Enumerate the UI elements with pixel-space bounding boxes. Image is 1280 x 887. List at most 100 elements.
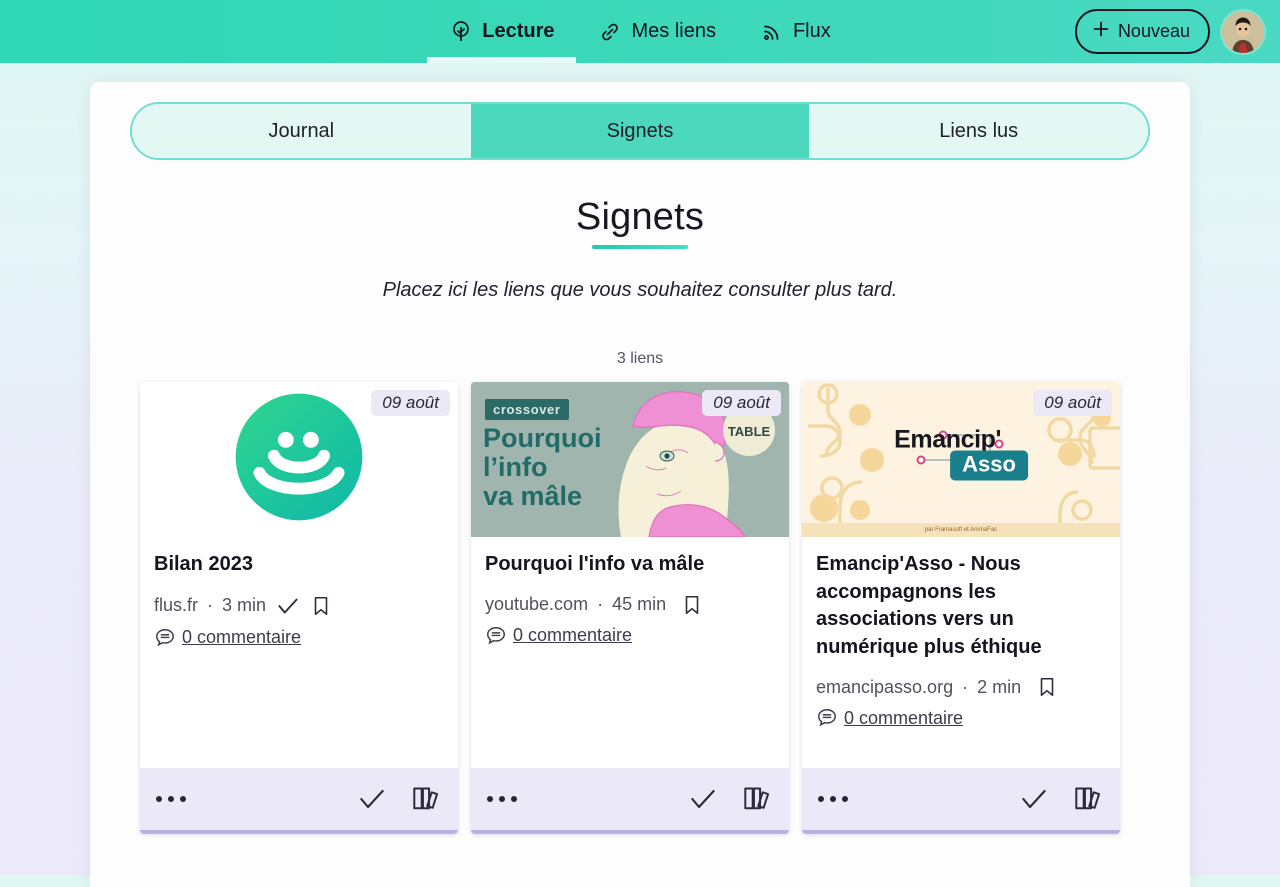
meta-separator: · bbox=[962, 676, 969, 697]
flus-smiley-logo-icon bbox=[233, 391, 365, 528]
comment-link-label[interactable]: 0 commentaire bbox=[182, 627, 301, 648]
card-source: flus.fr bbox=[154, 595, 199, 616]
page-title-wrap: Signets bbox=[90, 196, 1190, 249]
dot bbox=[830, 796, 836, 802]
card-grid: 09 août Bilan 2023 flus.fr · 3 min 0 com… bbox=[140, 382, 1140, 834]
comment-link-label[interactable]: 0 commentaire bbox=[844, 708, 963, 729]
thumbnail-headline-line1: Pourquoi bbox=[483, 423, 602, 453]
card-title[interactable]: Pourquoi l'info va mâle bbox=[485, 551, 775, 579]
tab-label: Journal bbox=[268, 119, 335, 142]
new-button-label: Nouveau bbox=[1117, 21, 1190, 41]
date-badge: 09 août bbox=[1033, 390, 1112, 416]
tab-signets[interactable]: Signets bbox=[470, 104, 810, 158]
page-subtitle: Placez ici les liens que vous souhaitez … bbox=[382, 279, 898, 301]
card-meta: emancipasso.org · 2 min bbox=[816, 675, 1106, 699]
add-to-library-icon[interactable] bbox=[1072, 783, 1104, 815]
nav-item-flux[interactable]: Flux bbox=[738, 0, 853, 63]
dot bbox=[511, 796, 517, 802]
bookmark-icon bbox=[310, 594, 332, 618]
card-footer-actions bbox=[356, 783, 442, 815]
card-duration: 45 min bbox=[612, 594, 667, 615]
segmented-tabs: Journal Signets Liens lus bbox=[130, 102, 1150, 160]
card-thumbnail: Emancip' Asso par Framasoft et AnimaFac … bbox=[802, 382, 1120, 537]
link-icon bbox=[598, 20, 622, 44]
content-panel: Journal Signets Liens lus Signets Placez… bbox=[90, 82, 1190, 887]
bookmark-icon bbox=[1036, 675, 1058, 699]
card-duration: 2 min bbox=[977, 676, 1022, 697]
meta-separator: · bbox=[597, 594, 604, 615]
mark-as-read-icon[interactable] bbox=[356, 783, 388, 815]
comment-icon bbox=[485, 625, 507, 647]
card-body: Emancip'Asso - Nous accompagnons les ass… bbox=[802, 537, 1120, 768]
thumbnail-badge: crossover bbox=[485, 399, 569, 420]
link-card[interactable]: 09 août Bilan 2023 flus.fr · 3 min 0 com… bbox=[140, 382, 458, 834]
comment-link-label[interactable]: 0 commentaire bbox=[513, 625, 632, 646]
card-thumbnail: TABLE crossover Pourquoi l’info va mâle … bbox=[471, 382, 789, 537]
top-navigation-bar: Lecture Mes liens Flux Nouveau bbox=[0, 0, 1280, 63]
bookmark-icon bbox=[681, 593, 703, 617]
link-count: 3 liens bbox=[616, 350, 664, 367]
dot bbox=[818, 796, 824, 802]
new-button[interactable]: Nouveau bbox=[1074, 9, 1210, 54]
main-nav: Lecture Mes liens Flux bbox=[427, 0, 853, 63]
card-footer-actions bbox=[687, 783, 773, 815]
meta-separator: · bbox=[207, 595, 214, 616]
tab-liens-lus[interactable]: Liens lus bbox=[809, 104, 1148, 158]
nav-item-label: Mes liens bbox=[631, 20, 716, 42]
add-to-library-icon[interactable] bbox=[741, 783, 773, 815]
date-badge: 09 août bbox=[371, 390, 450, 416]
card-source: youtube.com bbox=[485, 594, 589, 615]
svg-text:TABLE: TABLE bbox=[728, 424, 771, 439]
dot bbox=[168, 796, 174, 802]
nav-item-mes-liens[interactable]: Mes liens bbox=[576, 0, 737, 63]
card-source: emancipasso.org bbox=[816, 676, 954, 697]
avatar[interactable] bbox=[1220, 8, 1266, 55]
rss-icon bbox=[760, 20, 784, 44]
tab-journal[interactable]: Journal bbox=[132, 104, 471, 158]
dot bbox=[487, 796, 493, 802]
comment-icon bbox=[154, 627, 176, 649]
plus-icon bbox=[1090, 18, 1112, 45]
nav-item-lecture[interactable]: Lecture bbox=[427, 0, 577, 63]
thumbnail-headline: Pourquoi l’info va mâle bbox=[483, 423, 602, 512]
nav-item-label: Flux bbox=[792, 20, 831, 42]
mark-as-read-icon[interactable] bbox=[687, 783, 719, 815]
emancip-asso-word: Asso bbox=[950, 450, 1028, 481]
link-card[interactable]: Emancip' Asso par Framasoft et AnimaFac … bbox=[802, 382, 1120, 834]
card-comments[interactable]: 0 commentaire bbox=[816, 707, 1106, 729]
thumbnail-headline-line3: va mâle bbox=[483, 481, 583, 512]
card-comments[interactable]: 0 commentaire bbox=[154, 627, 444, 649]
dot bbox=[180, 796, 186, 802]
dot bbox=[842, 796, 848, 802]
tree-icon bbox=[449, 20, 473, 44]
more-options-button[interactable] bbox=[818, 796, 848, 802]
card-thumbnail: 09 août bbox=[140, 382, 458, 537]
card-title[interactable]: Bilan 2023 bbox=[154, 551, 444, 579]
date-badge: 09 août bbox=[702, 390, 781, 416]
tab-label: Signets bbox=[606, 119, 674, 142]
dot bbox=[499, 796, 505, 802]
mark-as-read-icon[interactable] bbox=[1018, 783, 1050, 815]
nav-item-label: Lecture bbox=[482, 20, 555, 42]
topbar-right-group: Nouveau bbox=[1074, 0, 1266, 63]
add-to-library-icon[interactable] bbox=[410, 783, 442, 815]
card-meta: flus.fr · 3 min bbox=[154, 593, 444, 619]
dot bbox=[156, 796, 162, 802]
link-card[interactable]: TABLE crossover Pourquoi l’info va mâle … bbox=[471, 382, 789, 834]
card-title[interactable]: Emancip'Asso - Nous accompagnons les ass… bbox=[816, 551, 1106, 661]
thumbnail-credit-strip: par Framasoft et AnimaFac bbox=[802, 523, 1120, 537]
card-footer bbox=[802, 768, 1120, 830]
card-duration: 3 min bbox=[222, 595, 267, 616]
card-meta: youtube.com · 45 min bbox=[485, 593, 775, 617]
tab-label: Liens lus bbox=[939, 119, 1019, 142]
card-body: Bilan 2023 flus.fr · 3 min 0 commentaire bbox=[140, 537, 458, 768]
page-title: Signets bbox=[576, 196, 704, 249]
more-options-button[interactable] bbox=[487, 796, 517, 802]
check-icon bbox=[275, 593, 301, 619]
card-footer-actions bbox=[1018, 783, 1104, 815]
card-comments[interactable]: 0 commentaire bbox=[485, 625, 775, 647]
more-options-button[interactable] bbox=[156, 796, 186, 802]
emancipasso-logo-icon: Emancip' Asso bbox=[894, 426, 1028, 481]
card-footer bbox=[471, 768, 789, 830]
comment-icon bbox=[816, 707, 838, 729]
